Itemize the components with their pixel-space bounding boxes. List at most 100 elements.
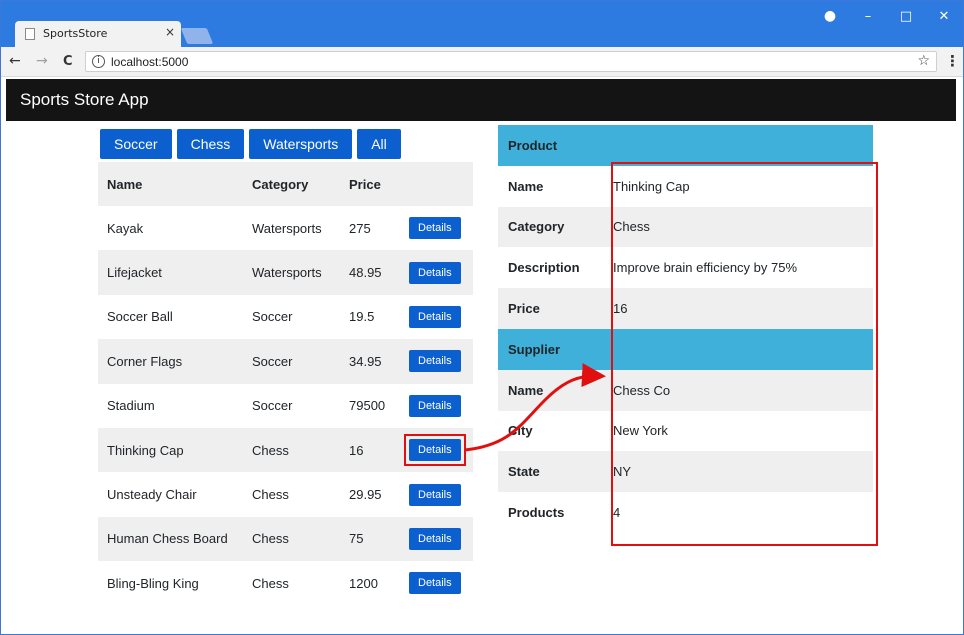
details-button[interactable]: Details — [409, 217, 461, 240]
product-price: 1200 — [349, 575, 378, 591]
table-row: Human Chess Board Chess 75 Details — [98, 516, 473, 562]
window-controls: ● – □ ✕ — [811, 1, 963, 31]
table-header-row: Name Category Price — [98, 162, 473, 206]
detail-value: Chess — [603, 206, 873, 248]
detail-row: Products 4 — [498, 492, 873, 533]
product-price: 75 — [340, 516, 400, 562]
table-row: Bling-Bling King Chess 1200 Details — [98, 561, 473, 605]
details-button[interactable]: Details — [409, 261, 461, 284]
detail-key: Price — [498, 288, 603, 329]
detail-key: Description — [508, 260, 580, 276]
column-header-name: Name — [98, 162, 243, 206]
product-price: 48.95 — [340, 250, 400, 295]
category-button-watersports[interactable]: Watersports — [249, 129, 353, 159]
info-icon[interactable]: i — [92, 55, 105, 68]
product-price: 275 — [349, 220, 371, 236]
url-text[interactable]: localhost:5000 — [111, 55, 188, 69]
column-header-category: Category — [243, 162, 340, 206]
address-bar[interactable]: i localhost:5000 ☆ — [85, 51, 937, 72]
detail-value: NY — [603, 451, 873, 493]
product-name: Kayak — [107, 220, 144, 236]
product-category: Soccer — [252, 398, 293, 414]
product-category: Soccer — [243, 339, 340, 384]
detail-key: State — [498, 451, 603, 493]
product-category: Watersports — [252, 220, 322, 236]
detail-row: Name Chess Co — [498, 369, 873, 411]
detail-value: 4 — [613, 505, 621, 521]
detail-key: Name — [508, 178, 544, 194]
detail-key: Name — [498, 369, 603, 411]
product-price: 19.5 — [349, 309, 375, 325]
detail-value: New York — [613, 423, 668, 439]
product-category: Chess — [252, 487, 289, 503]
browser-titlebar: SportsStore × ● – □ ✕ — [1, 1, 963, 47]
new-tab-button[interactable] — [180, 28, 214, 44]
product-category: Soccer — [252, 309, 293, 325]
product-section-header: Product — [498, 125, 873, 166]
product-category: Chess — [243, 516, 340, 562]
product-header-label: Product — [498, 125, 873, 166]
detail-row: City New York — [498, 411, 873, 452]
supplier-section-header: Supplier — [498, 328, 873, 370]
product-name: Lifejacket — [98, 250, 243, 295]
product-price: 16 — [340, 427, 400, 473]
detail-value: 16 — [603, 288, 873, 329]
product-name: Soccer Ball — [107, 309, 173, 325]
product-price: 34.95 — [340, 339, 400, 384]
details-button[interactable]: Details — [409, 305, 461, 328]
detail-value: Improve brain efficiency by 75% — [613, 260, 798, 276]
category-buttons: Soccer Chess Watersports All — [100, 129, 401, 159]
category-button-all[interactable]: All — [357, 129, 401, 159]
detail-row: State NY — [498, 451, 873, 493]
profile-icon[interactable]: ● — [811, 8, 849, 24]
maximize-icon[interactable]: □ — [887, 9, 925, 24]
detail-row: Description Improve brain efficiency by … — [498, 247, 873, 288]
browser-toolbar: ← → C i localhost:5000 ☆ ⋮ — [1, 47, 963, 77]
details-button[interactable]: Details — [409, 483, 461, 506]
details-button[interactable]: Details — [409, 350, 461, 373]
details-button[interactable]: Details — [409, 572, 461, 595]
app-title: Sports Store App — [20, 90, 149, 109]
product-price: 79500 — [349, 398, 386, 414]
product-price: 29.95 — [349, 487, 382, 503]
product-name: Bling-Bling King — [107, 575, 199, 591]
close-window-icon[interactable]: ✕ — [925, 9, 963, 24]
browser-tab[interactable]: SportsStore × — [15, 21, 181, 47]
table-row: Soccer Ball Soccer 19.5 Details — [98, 295, 473, 339]
detail-key: Category — [498, 206, 603, 248]
browser-menu-icon[interactable]: ⋮ — [945, 52, 960, 70]
table-row: Stadium Soccer 79500 Details — [98, 384, 473, 428]
details-table: Product Name Thinking Cap Category Chess… — [498, 125, 873, 533]
table-row-selected: Thinking Cap Chess 16 Details — [98, 427, 473, 473]
category-button-chess[interactable]: Chess — [176, 129, 245, 159]
supplier-header-label: Supplier — [498, 328, 873, 370]
product-name: Unsteady Chair — [107, 487, 197, 503]
table-row: Lifejacket Watersports 48.95 Details — [98, 250, 473, 295]
details-button[interactable]: Details — [409, 394, 461, 417]
bookmark-star-icon[interactable]: ☆ — [917, 53, 930, 69]
product-name: Corner Flags — [98, 339, 243, 384]
detail-row: Name Thinking Cap — [498, 166, 873, 207]
table-row: Unsteady Chair Chess 29.95 Details — [98, 472, 473, 516]
detail-value: Chess Co — [603, 369, 873, 411]
products-table: Name Category Price Kayak Watersports 27… — [98, 162, 473, 606]
table-row: Kayak Watersports 275 Details — [98, 206, 473, 250]
minimize-icon[interactable]: – — [849, 9, 887, 24]
app-navbar: Sports Store App — [6, 79, 956, 121]
details-button[interactable]: Details — [409, 439, 461, 462]
detail-key: Products — [508, 505, 565, 521]
forward-arrow-icon[interactable]: → — [36, 53, 48, 69]
product-category: Chess — [252, 575, 289, 591]
details-button[interactable]: Details — [409, 527, 461, 550]
column-header-price: Price — [340, 162, 400, 206]
product-name: Thinking Cap — [98, 427, 243, 473]
category-button-soccer[interactable]: Soccer — [100, 129, 172, 159]
back-arrow-icon[interactable]: ← — [9, 53, 21, 69]
tab-title: SportsStore — [43, 27, 108, 40]
product-category: Chess — [243, 427, 340, 473]
tab-close-icon[interactable]: × — [165, 25, 175, 39]
reload-icon[interactable]: C — [63, 54, 73, 69]
detail-row: Category Chess — [498, 206, 873, 248]
detail-key: City — [508, 423, 533, 439]
column-header-action — [400, 162, 473, 206]
